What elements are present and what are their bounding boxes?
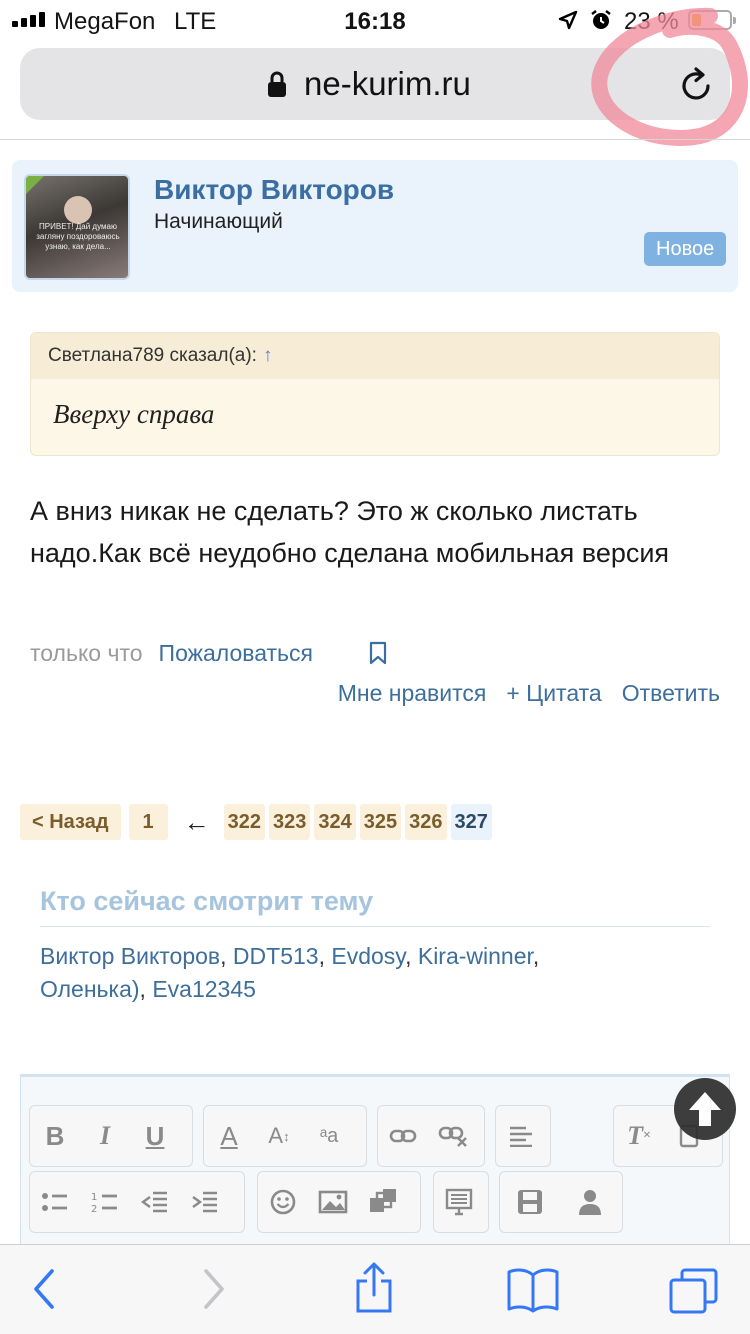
avatar-photo [64,196,92,224]
post-time[interactable]: только что [30,640,143,666]
page: MegaFon LTE 16:18 23 % ne-kurim.ru ПРИВЕ… [0,0,750,1334]
location-icon [558,10,578,30]
viewer-link[interactable]: Eva12345 [152,976,256,1002]
bookmarks-icon[interactable] [506,1267,560,1313]
italic-icon[interactable]: I [80,1111,130,1161]
bullet-list-icon[interactable] [30,1177,80,1227]
outdent-icon[interactable] [130,1177,180,1227]
viewers-title: Кто сейчас смотрит тему [40,886,374,916]
viewers-list: Виктор Викторов, DDT513, Evdosy, Kira-wi… [40,943,540,1002]
viewer-link[interactable]: Evdosy [331,943,405,969]
forward-icon[interactable] [200,1267,228,1311]
scroll-to-top-button[interactable] [674,1078,736,1140]
quote-author-text: Светлана789 сказал(а): [48,345,257,366]
viewer-link[interactable]: Kira-winner [418,943,533,969]
page-link[interactable]: 325 [359,804,402,840]
reply-button[interactable]: Ответить [622,680,720,707]
tabs-icon[interactable] [668,1267,720,1315]
save-draft-icon[interactable] [500,1177,560,1227]
list-group: 12 [29,1171,245,1233]
post-message: А вниз никак не сделать? Это ж сколько л… [30,496,670,568]
report-link[interactable]: Пожаловаться [159,640,313,666]
indent-icon[interactable] [180,1177,230,1227]
battery-icon [688,10,736,30]
media-icon[interactable] [358,1177,408,1227]
username-link[interactable]: Виктор Викторов [154,174,394,206]
viewer-link[interactable]: DDT513 [233,943,319,969]
remove-format-icon[interactable]: T × [614,1111,664,1161]
font-group: A A ↕ ᵃa [203,1105,367,1167]
quote-author: Светлана789 сказал(а): ↑ [48,345,272,367]
draft-group [499,1171,623,1233]
quote-jump-link[interactable]: ↑ [263,345,273,366]
page-link[interactable]: 324 [314,804,356,840]
jump-back-arrow[interactable]: ← [184,807,210,838]
align-group [495,1105,551,1167]
avatar[interactable]: ПРИВЕТ! Дай думаю загляну поздороваюсь у… [24,174,130,280]
page-link[interactable]: 323 [269,804,311,840]
quote-header: Светлана789 сказал(а): ↑ [31,333,719,379]
status-bar: MegaFon LTE 16:18 23 % [0,0,750,40]
viewer-link[interactable]: Виктор Викторов [40,943,220,969]
like-button[interactable]: Мне нравится [338,680,487,707]
smiley-icon[interactable] [258,1177,308,1227]
text-style-group: B I U [29,1105,193,1167]
user-icon[interactable] [560,1177,620,1227]
image-icon[interactable] [308,1177,358,1227]
link-group [377,1105,485,1167]
bookmark-icon[interactable] [368,641,388,665]
online-indicator [26,176,46,196]
lock-icon [268,71,286,97]
svg-text:2: 2 [91,1204,97,1214]
template-group [433,1171,489,1233]
reply-editor: B I U A A ↕ ᵃa T × 1 2 [20,1074,730,1254]
link-icon[interactable] [378,1111,428,1161]
address-bar[interactable]: ne-kurim.ru [20,48,730,120]
share-icon[interactable] [354,1261,394,1315]
reload-icon[interactable] [680,66,714,102]
quote-button[interactable]: + Цитата [506,680,601,707]
page-link[interactable]: 322 [223,804,266,840]
insert-group [257,1171,421,1233]
avatar-caption: ПРИВЕТ! Дай думаю загляну поздороваюсь у… [36,222,120,251]
pagination: < Назад 1 ← 322 323 324 325 326 327 [20,804,496,840]
page-link[interactable]: 1 [128,804,168,840]
back-icon[interactable] [30,1267,58,1311]
browser-toolbar [0,1244,750,1334]
template-icon[interactable] [434,1177,484,1227]
arrow-up-icon [689,1092,721,1126]
prev-page-button[interactable]: < Назад [20,804,121,840]
new-badge: Новое [644,232,727,266]
divider [40,926,710,927]
viewer-link[interactable]: Оленька) [40,976,140,1002]
divider [0,139,750,140]
quote-text: Вверху справа [53,399,215,429]
post-actions: Мне нравится + Цитата Ответить [338,680,720,707]
alarm-icon [591,10,611,29]
quote-block: Светлана789 сказал(а): ↑ Вверху справа [30,332,720,456]
align-icon[interactable] [496,1111,546,1161]
numbered-list-icon[interactable]: 12 [80,1177,130,1227]
user-rank: Начинающий [154,210,283,233]
page-link[interactable]: 326 [405,804,447,840]
unlink-icon[interactable] [428,1111,478,1161]
user-card: ПРИВЕТ! Дай думаю загляну поздороваюсь у… [12,160,738,292]
underline-icon[interactable]: U [130,1111,180,1161]
bold-icon[interactable]: B [30,1111,80,1161]
font-family-icon[interactable]: ᵃa [304,1111,354,1161]
font-color-icon[interactable]: A [204,1111,254,1161]
current-page: 327 [450,804,492,840]
font-size-icon[interactable]: A ↕ [254,1111,304,1161]
svg-text:1: 1 [91,1192,97,1203]
url-text[interactable]: ne-kurim.ru [304,65,471,103]
battery-percent: 23 % [624,8,679,35]
post-meta: только что Пожаловаться [30,640,387,667]
